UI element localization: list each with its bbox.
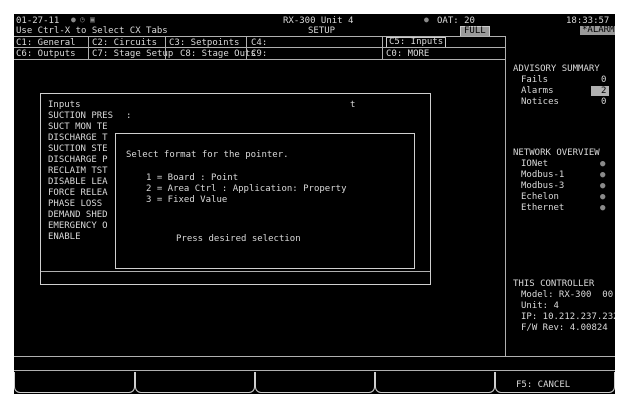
tab-c9[interactable]: C9: (251, 49, 267, 59)
network-modbus1: Modbus-1 (521, 170, 565, 180)
input-row-label[interactable]: SUCTION STE (48, 144, 108, 154)
controller-ip: IP: 10.212.237.232 (521, 312, 615, 322)
oat-label: OAT: 20 (437, 16, 475, 26)
network-modbus3: Modbus-3 (521, 181, 565, 191)
date-label: 01-27-11 (16, 16, 60, 26)
controller-model: Model: RX-300 00 (521, 290, 614, 300)
softkey-f1[interactable] (14, 372, 135, 393)
inputs-panel-title: Inputs (48, 100, 81, 110)
notices-label: Notices (521, 97, 559, 107)
fails-label: Fails (521, 75, 549, 85)
softkey-f2[interactable] (135, 372, 255, 393)
controller-unit: Unit: 4 (521, 301, 559, 311)
network-ionet: IONet (521, 159, 549, 169)
option-board-point[interactable]: 1 = Board : Point (146, 173, 238, 183)
status-dot-icon: ● (600, 159, 606, 169)
notices-count: 0 (601, 97, 607, 107)
tab-hint: Use Ctrl-X to Select CX Tabs (16, 26, 168, 36)
status-dot-icon: ● (600, 181, 606, 191)
input-row-label[interactable]: DISCHARGE T (48, 133, 108, 143)
option-area-ctrl[interactable]: 2 = Area Ctrl : Application: Property (146, 184, 346, 194)
input-row-label[interactable]: DISCHARGE P (48, 155, 108, 165)
tab-stage-setup[interactable]: C7: Stage Setup (92, 49, 173, 59)
alarms-label: Alarms (521, 86, 554, 96)
tab-stage-outs[interactable]: C8: Stage Outs (180, 49, 256, 59)
input-row-label[interactable]: RECLAIM TST (48, 166, 108, 176)
advisory-title: ADVISORY SUMMARY (513, 64, 600, 74)
dialog-instruction: Press desired selection (176, 234, 301, 244)
controller-firmware: F/W Rev: 4.00824 (521, 323, 608, 333)
input-row-label[interactable]: SUCT MON TE (48, 122, 108, 132)
cancel-button-label: F5: CANCEL (516, 380, 571, 390)
input-row-label[interactable]: SUCTION PRES (48, 111, 113, 121)
input-row-label[interactable]: ENABLE (48, 232, 81, 242)
input-row-label[interactable]: DISABLE LEA (48, 177, 108, 187)
network-ethernet: Ethernet (521, 203, 565, 213)
screen-name: SETUP (308, 26, 336, 36)
option-fixed-value[interactable]: 3 = Fixed Value (146, 195, 227, 205)
controller-title: THIS CONTROLLER (513, 279, 595, 289)
input-separator: : (126, 111, 132, 121)
tab-outputs[interactable]: C6: Outputs (16, 49, 76, 59)
alarm-badge[interactable]: *ALARM* (580, 26, 615, 35)
tab-more[interactable]: C0: MORE (386, 49, 429, 59)
fails-count: 0 (601, 75, 607, 85)
screen-icon: ▣ (90, 15, 95, 24)
unit-title: RX-300 Unit 4 (283, 16, 354, 26)
softkey-f4[interactable] (375, 372, 495, 393)
status-dot-icon: ● (71, 15, 76, 24)
network-title: NETWORK OVERVIEW (513, 148, 600, 158)
controller-screen: 01-27-11 ● ◷ ▣ RX-300 Unit 4 ● OAT: 20 1… (14, 14, 615, 394)
input-row-label[interactable]: DEMAND SHED (48, 210, 108, 220)
inputs-panel-title-end: t (350, 100, 356, 110)
input-row-label[interactable]: EMERGENCY O (48, 221, 108, 231)
status-dot-icon: ● (424, 15, 429, 24)
clock-icon: ◷ (80, 15, 85, 24)
dialog-prompt: Select format for the pointer. (126, 150, 289, 160)
softkey-f3[interactable] (255, 372, 375, 393)
input-row-label[interactable]: PHASE LOSS (48, 199, 102, 209)
input-row-label[interactable]: FORCE RELEA (48, 188, 108, 198)
status-dot-icon: ● (600, 170, 606, 180)
alarms-count: 2 (601, 86, 607, 96)
status-dot-icon: ● (600, 203, 606, 213)
status-dot-icon: ● (600, 192, 606, 202)
network-echelon: Echelon (521, 192, 559, 202)
